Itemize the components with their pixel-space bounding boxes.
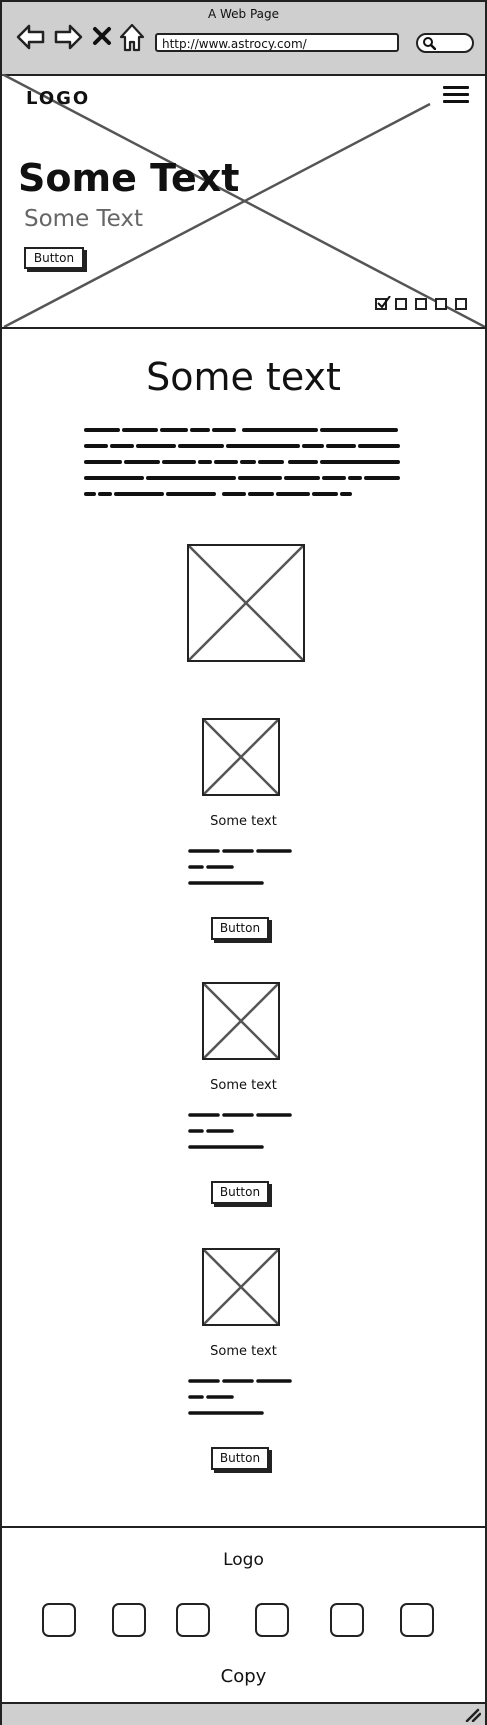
social-icon-4[interactable] xyxy=(255,1603,289,1637)
stop-button[interactable] xyxy=(92,26,112,50)
slide-checkbox-4[interactable] xyxy=(435,298,447,310)
address-bar[interactable]: http://www.astrocy.com/ xyxy=(155,33,399,52)
card-title: Some text xyxy=(210,814,277,829)
image-placeholder-icon xyxy=(189,546,303,660)
section-title: Some text xyxy=(146,355,341,399)
card-text-placeholder xyxy=(188,849,292,885)
footer-logo[interactable]: Logo xyxy=(2,1550,485,1570)
hero-button[interactable]: Button xyxy=(24,247,84,269)
back-arrow-icon xyxy=(16,24,45,50)
status-bar xyxy=(2,1702,485,1725)
menu-icon[interactable] xyxy=(443,82,469,107)
social-icon-6[interactable] xyxy=(400,1603,434,1637)
slide-checkbox-3[interactable] xyxy=(415,298,427,310)
checkmark-icon xyxy=(377,296,391,309)
slide-checkbox-2[interactable] xyxy=(395,298,407,310)
forward-arrow-icon xyxy=(54,24,83,50)
card-button[interactable]: Button xyxy=(211,1181,269,1204)
resize-grip-icon[interactable] xyxy=(465,1708,481,1722)
close-icon xyxy=(93,27,111,45)
image-placeholder-icon xyxy=(204,1250,278,1324)
window-title: A Web Page xyxy=(207,7,280,21)
card-title: Some text xyxy=(210,1078,277,1093)
hero-image-placeholder xyxy=(2,74,485,327)
card-text-placeholder xyxy=(188,1379,292,1415)
image-placeholder-icon xyxy=(204,984,278,1058)
hero-subtitle: Some Text xyxy=(24,206,144,232)
card-text-placeholder xyxy=(188,1113,292,1149)
social-icon-1[interactable] xyxy=(42,1603,76,1637)
card-title: Some text xyxy=(210,1344,277,1359)
home-button[interactable] xyxy=(119,23,145,57)
site-logo[interactable]: LOGO xyxy=(26,88,90,109)
forward-button[interactable] xyxy=(53,22,83,56)
social-icon-5[interactable] xyxy=(330,1603,364,1637)
social-icon-2[interactable] xyxy=(112,1603,146,1637)
back-button[interactable] xyxy=(16,22,46,56)
card-image-placeholder xyxy=(202,1248,280,1326)
feature-image-placeholder xyxy=(187,544,305,662)
footer-copy: Copy xyxy=(220,1666,267,1687)
search-field[interactable] xyxy=(416,33,474,53)
search-icon xyxy=(423,37,436,50)
slide-checkbox-5[interactable] xyxy=(455,298,467,310)
image-placeholder-icon xyxy=(204,720,278,794)
hero-title: Some Text xyxy=(18,156,240,200)
hero-section: LOGO Some Text Some Text Button xyxy=(2,74,485,329)
card-image-placeholder xyxy=(202,718,280,796)
browser-window: A Web Page http://www.astrocy.com/ LOGO … xyxy=(0,0,487,1725)
site-footer: Logo Copy xyxy=(2,1526,485,1704)
paragraph-placeholder xyxy=(84,428,400,496)
card-button[interactable]: Button xyxy=(211,1447,269,1470)
home-icon xyxy=(119,23,145,52)
social-icon-3[interactable] xyxy=(176,1603,210,1637)
browser-toolbar: A Web Page http://www.astrocy.com/ xyxy=(2,2,485,76)
card-button[interactable]: Button xyxy=(211,917,269,940)
card-image-placeholder xyxy=(202,982,280,1060)
slide-checkbox-1[interactable] xyxy=(375,296,391,310)
